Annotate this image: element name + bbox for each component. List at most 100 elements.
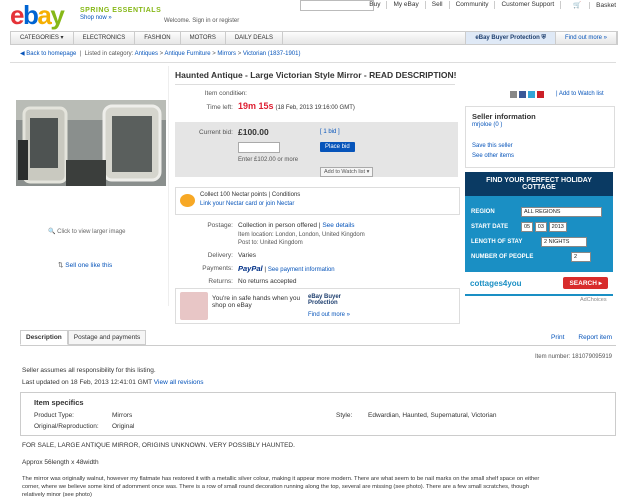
style-label: Style: [336,412,353,419]
condition-value: -- [238,90,243,97]
view-revisions-link[interactable]: View all revisions [154,379,204,386]
categories-menu[interactable]: CATEGORIES ▾ [11,32,74,44]
nav-fashion[interactable]: FASHION [135,32,181,44]
item-location: Item location: London, London, United Ki… [238,232,365,238]
crumb-victorian[interactable]: Victorian (1837-1901) [243,51,301,57]
welcome-text[interactable]: Welcome. Sign in or register [164,18,239,24]
item-number: Item number: 181079095919 [534,354,612,360]
shopper-image [180,292,208,320]
nav-electronics[interactable]: ELECTRONICS [74,32,136,44]
bid-amount-input[interactable] [238,142,280,153]
current-bid-label: Current bid: [199,129,233,136]
ad-brand-logo: cottages4you [470,278,522,288]
print-link[interactable]: Print [551,334,564,341]
condition-label: Item condition: [204,90,247,97]
nectar-link[interactable]: Link your Nectar card or join Nectar [200,201,294,207]
promo-title: SPRING ESSENTIALS [80,7,162,14]
topnav-buy[interactable]: Buy [363,1,386,9]
main-item-image[interactable] [16,100,166,186]
item-specifics-title: Item specifics [34,398,84,407]
postage-value: Collection in person offered [238,222,318,229]
email-icon[interactable] [510,91,517,98]
ad-year-select[interactable]: 2013 [548,221,567,232]
safe-hands-text: You're in safe hands when you shop on eB… [212,295,301,309]
description-line-1: FOR SALE, LARGE ANTIQUE MIRROR, ORIGINS … [22,442,295,449]
back-to-homepage-link[interactable]: Back to homepage [26,51,76,57]
sell-one-like-this-link[interactable]: ⇅ Sell one like this [58,261,112,269]
share-icons [510,91,544,98]
facebook-icon[interactable] [519,91,526,98]
topnav-community[interactable]: Community [448,1,495,9]
add-to-watch-link[interactable]: | Add to Watch list [556,91,604,97]
tab-postage-payments[interactable]: Postage and payments [67,330,147,345]
enlarge-image[interactable]: 🔍 Click to view larger image [48,228,126,235]
twitter-icon[interactable] [528,91,535,98]
description-tabs: Description Postage and payments [20,330,147,345]
ad-stay-label: LENGTH OF STAY [471,238,523,245]
ad-region-row: REGION ALL REGIONS [465,204,613,219]
bid-count-link[interactable]: [ 1 bid ] [320,129,340,135]
place-bid-button[interactable]: Place bid [320,142,355,152]
item-title: Haunted Antique - Large Victorian Style … [175,70,457,80]
style-value: Edwardian, Haunted, Supernatural, Victor… [368,412,497,419]
topnav-my-ebay[interactable]: My eBay [386,1,424,9]
nectar-points-text[interactable]: Collect 100 Nectar points | Conditions [200,192,300,198]
nav-daily-deals[interactable]: DAILY DEALS [226,32,283,44]
ebay-logo[interactable]: ebay [10,2,65,28]
orig-repro-label: Original/Reproduction: [34,423,99,430]
enter-amount-hint: Enter £102.00 or more [238,157,299,163]
ad-month-select[interactable]: 03 [534,221,547,232]
ad-region-label: REGION [471,208,495,215]
pinterest-icon[interactable] [537,91,544,98]
ad-stay-select[interactable]: 2 NIGHTS [541,236,587,247]
end-date: (18 Feb, 2013 19:16:00 GMT) [275,105,355,111]
delivery-label: Delivery: [207,252,233,259]
watch-dropdown[interactable]: Add to Watch list ▾ [320,167,374,177]
description-line-4: corner, where we believe some kind of ad… [22,484,529,490]
description-line-2: Approx 56length x 48width [22,459,99,466]
crumb-antiques[interactable]: Antiques [135,51,158,57]
tab-description[interactable]: Description [20,330,68,345]
time-left: 19m 15s (18 Feb, 2013 19:16:00 GMT) [238,101,355,111]
other-items-link[interactable]: See other items [472,153,514,159]
last-updated: Last updated on 18 Feb, 2013 12:41:01 GM… [22,379,204,386]
responsibility-text: Seller assumes all responsibility for th… [22,367,156,374]
crumb-mirrors[interactable]: Mirrors [217,51,236,57]
seller-name[interactable]: mrjoloe (0 ) [472,122,502,128]
ad-search-button[interactable]: SEARCH ▸ [563,277,608,289]
product-type-label: Product Type: [34,412,74,419]
category-navbar: CATEGORIES ▾ ELECTRONICS FASHION MOTORS … [10,31,618,45]
buyer-protection-banner[interactable]: eBay Buyer Protection ⛨ [465,32,556,44]
time-left-label: Time left: [206,104,234,111]
topnav-sell[interactable]: Sell [424,1,449,9]
adchoices-link[interactable]: AdChoices [580,297,607,303]
listed-in-label: Listed in category: [84,51,134,57]
report-item-link[interactable]: Report item [578,334,612,341]
ad-day-select[interactable]: 05 [521,221,534,232]
promo-link[interactable]: Shop now » [80,15,112,21]
topnav-basket[interactable]: 🛒 Basket [560,1,628,9]
last-updated-text: Last updated on 18 Feb, 2013 12:41:01 GM… [22,379,152,386]
ad-people-select[interactable]: 2 [571,251,591,262]
back-arrow-icon: ◀ [20,51,25,57]
seller-heading: Seller information [472,112,536,121]
ebp-link[interactable]: Find out more » [308,312,350,318]
description-tools: Print Report item [551,334,612,341]
add-to-watch-label: Add to Watch list [558,91,604,97]
crumb-antique-furniture[interactable]: Antique Furniture [165,51,211,57]
postage-details-link[interactable]: See details [322,222,354,229]
paypal-logo: PayPal [238,264,263,273]
payment-info-link[interactable]: See payment information [268,267,335,273]
find-out-more-link[interactable]: Find out more » [556,32,617,44]
ad-headline: FIND YOUR PERFECT HOLIDAY COTTAGE [465,172,613,196]
topnav-customer-support[interactable]: Customer Support [494,1,560,9]
nav-motors[interactable]: MOTORS [181,32,226,44]
save-seller-link[interactable]: Save this seller [472,143,513,149]
ad-region-select[interactable]: ALL REGIONS [521,206,602,217]
ad-start-label: START DATE [471,223,509,230]
buyer-protection-label: eBay Buyer Protection [475,35,540,41]
cottage-ad[interactable]: FIND YOUR PERFECT HOLIDAY COTTAGE REGION… [465,172,613,296]
ad-people-label: NUMBER OF PEOPLE [471,253,534,260]
sell-icon: ⇅ [58,262,64,269]
magnifier-icon: 🔍 [48,229,56,235]
